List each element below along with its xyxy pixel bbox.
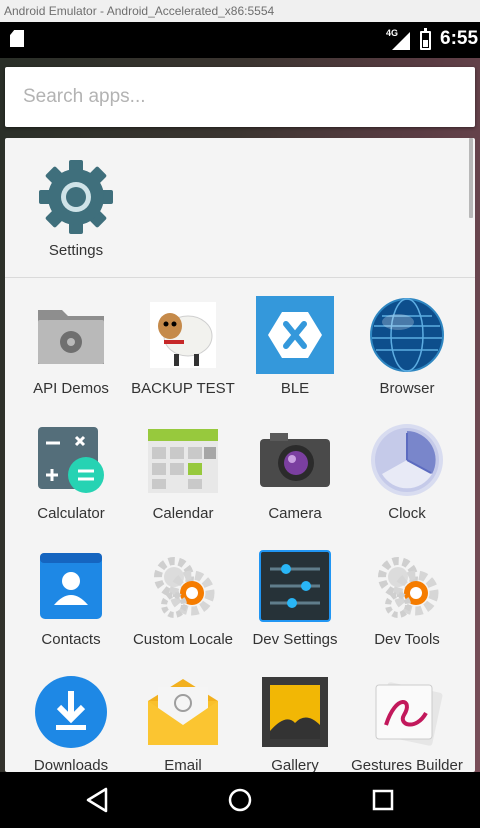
app-label: Contacts: [41, 631, 101, 648]
app-label: Gestures Builder: [351, 757, 463, 772]
app-label: Browser: [379, 380, 435, 397]
contacts-card-icon: [40, 553, 102, 619]
camera-icon: [260, 433, 330, 487]
app-contacts[interactable]: Contacts: [12, 527, 130, 651]
app-gestures-builder[interactable]: Gestures Builder: [348, 653, 466, 772]
app-label: Dev Settings: [252, 631, 338, 648]
gesture-card-icon: [375, 682, 443, 746]
drawer-scrollbar[interactable]: [469, 138, 473, 218]
app-calculator[interactable]: Calculator: [12, 401, 130, 525]
sd-card-icon: [10, 30, 24, 47]
app-label: Gallery: [271, 757, 319, 772]
app-clock[interactable]: Clock: [348, 401, 466, 525]
envelope-icon: [148, 679, 218, 745]
app-label: Camera: [268, 505, 322, 522]
app-browser[interactable]: Browser: [348, 276, 466, 400]
navigation-bar: [0, 772, 480, 828]
clock-icon: [371, 424, 443, 496]
globe-icon: [370, 298, 444, 372]
search-apps-input[interactable]: [23, 67, 463, 127]
app-label: Calculator: [37, 505, 105, 522]
settings-gear-icon: [39, 160, 113, 234]
sliders-icon: [259, 550, 331, 622]
xamarin-x-icon: [256, 296, 334, 374]
app-label: Clock: [388, 505, 426, 522]
suggested-app-settings[interactable]: Settings: [17, 138, 135, 262]
picture-frame-icon: [262, 677, 328, 747]
folder-gear-icon: [38, 310, 104, 364]
download-arrow-icon: [35, 676, 107, 748]
gears-icon: [154, 557, 215, 618]
app-calendar[interactable]: Calendar: [124, 401, 242, 525]
emulator-window-title: Android Emulator - Android_Accelerated_x…: [0, 0, 480, 22]
app-ble[interactable]: BLE: [236, 276, 354, 400]
app-email[interactable]: Email: [124, 653, 242, 772]
app-label: BLE: [280, 380, 310, 397]
app-camera[interactable]: Camera: [236, 401, 354, 525]
app-label: Settings: [48, 242, 104, 259]
app-label: Email: [164, 757, 202, 772]
sheep-icon: [150, 302, 216, 368]
search-bar[interactable]: [5, 67, 475, 127]
app-downloads[interactable]: Downloads: [12, 653, 130, 772]
app-custom-locale[interactable]: Custom Locale: [124, 527, 242, 651]
signal-strength-icon: [392, 32, 410, 50]
status-bar: 4G 6:55: [0, 22, 480, 58]
recents-square-icon[interactable]: [360, 778, 406, 822]
app-api-demos[interactable]: API Demos: [12, 276, 130, 400]
back-triangle-icon[interactable]: [74, 778, 120, 822]
app-dev-tools[interactable]: Dev Tools: [348, 527, 466, 651]
app-label: BACKUP TEST: [131, 380, 235, 397]
battery-icon: [420, 28, 431, 50]
calendar-grid-icon: [148, 429, 218, 493]
app-label: Dev Tools: [374, 631, 440, 648]
app-label: Custom Locale: [132, 631, 234, 648]
gears-icon: [378, 557, 439, 618]
app-drawer[interactable]: Settings API Demos BACKUP TEST BLE Brows…: [5, 138, 475, 772]
app-dev-settings[interactable]: Dev Settings: [236, 527, 354, 651]
calculator-icon: [38, 427, 104, 493]
app-label: API Demos: [33, 380, 109, 397]
app-label: Calendar: [152, 505, 214, 522]
home-circle-icon[interactable]: [217, 778, 263, 822]
app-label: Downloads: [33, 757, 109, 772]
status-time: 6:55: [440, 28, 479, 49]
app-gallery[interactable]: Gallery: [236, 653, 354, 772]
app-backup-test[interactable]: BACKUP TEST: [124, 276, 242, 400]
